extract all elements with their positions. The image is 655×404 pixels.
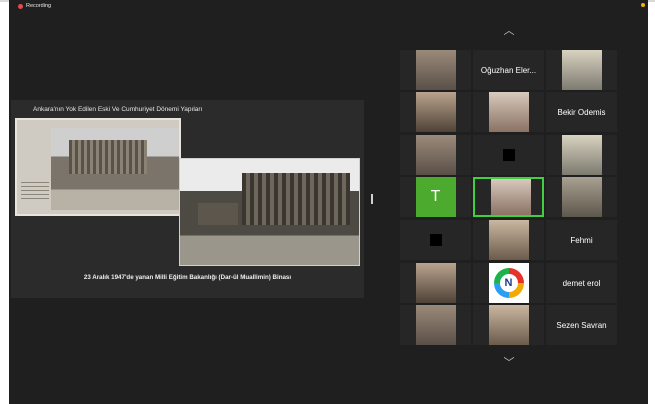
participant-name: demet erol	[562, 278, 601, 288]
splitter-handle[interactable]	[371, 194, 373, 204]
participant-avatar: T	[415, 177, 456, 217]
participant-tile[interactable]	[473, 220, 544, 260]
participant-tile[interactable]	[400, 263, 471, 303]
participant-video	[491, 179, 531, 215]
participant-tile[interactable]	[400, 92, 471, 132]
participant-tile[interactable]: T	[400, 177, 471, 217]
participant-name: Sezen Savran	[556, 320, 607, 330]
participant-video	[416, 263, 456, 303]
participant-tile[interactable]	[400, 135, 471, 175]
participant-name: Bekir Odemis	[557, 107, 606, 117]
participant-tile[interactable]: Sezen Savran	[546, 305, 617, 345]
participant-tile[interactable]	[473, 92, 544, 132]
participant-tile[interactable]: Oğuzhan Eler...	[473, 50, 544, 90]
participant-video	[562, 135, 602, 175]
shared-screen[interactable]: Ankara'nın Yok Edilen Eski Ve Cumhuriyet…	[11, 100, 364, 298]
recording-indicator[interactable]: Recording	[18, 3, 51, 9]
meeting-window: Recording Ankara'nın Yok Edilen Eski Ve …	[9, 0, 648, 404]
participant-name: Oğuzhan Eler...	[480, 65, 537, 75]
participant-video	[416, 305, 456, 345]
participant-tile[interactable]: N	[473, 263, 544, 303]
status-dot-icon	[641, 3, 645, 7]
camera-off-icon	[429, 234, 442, 246]
participant-video	[489, 305, 529, 345]
participant-tile[interactable]: Bekir Odemis	[546, 92, 617, 132]
participant-tile[interactable]	[473, 305, 544, 345]
participant-tile[interactable]	[400, 220, 471, 260]
participant-video	[416, 92, 456, 132]
historical-photo-right	[179, 158, 360, 266]
logo-letter: N	[499, 274, 518, 292]
participant-video	[416, 50, 456, 90]
recording-label: Recording	[26, 3, 52, 9]
participant-tile[interactable]	[473, 177, 544, 217]
camera-off-icon	[502, 149, 515, 161]
participant-video	[416, 135, 456, 175]
participant-tile[interactable]	[400, 50, 471, 90]
chevron-up-icon[interactable]: ︿	[499, 22, 519, 38]
participant-tile[interactable]	[473, 135, 544, 175]
participant-tile[interactable]: demet erol	[546, 263, 617, 303]
participant-video	[562, 177, 602, 217]
participant-name: Fehmi	[570, 235, 593, 245]
participant-tile[interactable]	[546, 177, 617, 217]
chevron-down-icon[interactable]: ﹀	[499, 354, 519, 370]
record-icon	[18, 3, 23, 9]
participant-logo: N	[488, 263, 529, 303]
participant-video	[562, 50, 602, 90]
historical-photo-left	[15, 118, 181, 216]
slide-caption: 23 Aralık 1947'de yanan Milli Eğitim Bak…	[83, 274, 292, 281]
participant-tile[interactable]	[546, 135, 617, 175]
participant-video	[489, 92, 529, 132]
slide-title: Ankara'nın Yok Edilen Eski Ve Cumhuriyet…	[33, 106, 203, 113]
participant-video	[489, 220, 529, 260]
participant-tile[interactable]	[546, 50, 617, 90]
participant-tile[interactable]	[400, 305, 471, 345]
participant-tile[interactable]: Fehmi	[546, 220, 617, 260]
